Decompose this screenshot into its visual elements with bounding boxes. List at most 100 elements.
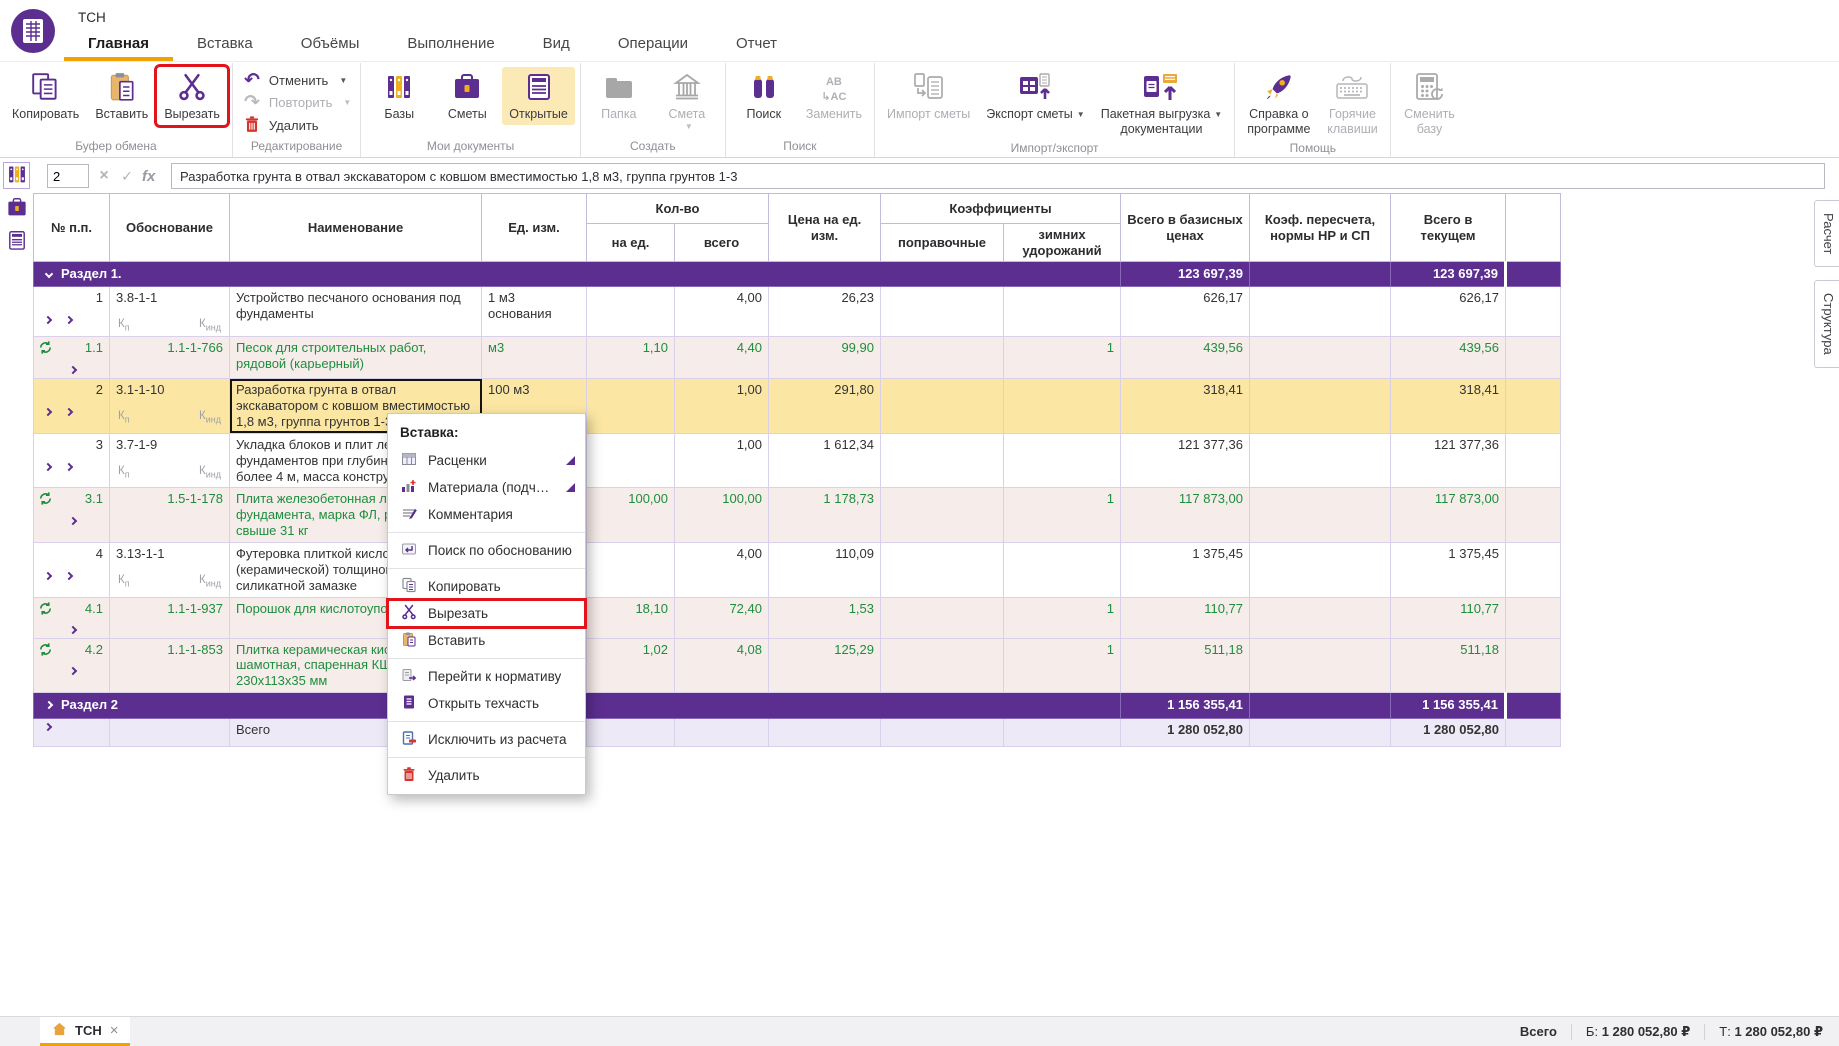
cell-qty-total[interactable]: 4,00	[675, 543, 769, 598]
cell-tail[interactable]	[1506, 543, 1561, 598]
cell-basis[interactable]: 123 697,39	[1121, 262, 1250, 287]
cell-current[interactable]: 511,18	[1391, 638, 1506, 693]
chevron-right-icon[interactable]	[44, 408, 52, 416]
cell-tail[interactable]	[1506, 638, 1561, 693]
cell-tail[interactable]	[1506, 287, 1561, 337]
cell-corr[interactable]	[881, 379, 1004, 434]
panel-estimates-button[interactable]	[3, 195, 30, 222]
dropdown-icon[interactable]: ▼	[1077, 110, 1085, 119]
bases-button[interactable]: Базы	[366, 67, 432, 125]
cell-basis[interactable]: 439,56	[1121, 337, 1250, 379]
cell-current[interactable]: 1 280 052,80	[1391, 719, 1506, 747]
chevron-right-icon[interactable]	[65, 316, 73, 324]
cell-current[interactable]: 117 873,00	[1391, 488, 1506, 543]
ribbon-tab-4[interactable]: Вид	[519, 28, 594, 61]
cell-code[interactable]: 3.8-1-1КпКинд	[110, 287, 230, 337]
cell-qty-total[interactable]	[675, 719, 769, 747]
menu-search-code[interactable]: Поиск по обоснованию	[388, 537, 585, 564]
batch-export-button[interactable]: Пакетная выгрузка▼документации	[1094, 67, 1230, 140]
cell-tail[interactable]	[1506, 597, 1561, 638]
cell-winter[interactable]	[1004, 433, 1121, 488]
cell-tail[interactable]	[1506, 379, 1561, 434]
cell-tail[interactable]	[1506, 262, 1561, 287]
cell-num[interactable]: 1	[34, 287, 110, 337]
cell-basis[interactable]: 1 280 052,80	[1121, 719, 1250, 747]
cell-num[interactable]: 4.1	[34, 597, 110, 638]
cell-unit[interactable]: 1 м3 основания	[482, 287, 587, 337]
cell-current[interactable]: 1 375,45	[1391, 543, 1506, 598]
ribbon-tab-2[interactable]: Объёмы	[277, 28, 384, 61]
cell-num[interactable]: 3.1	[34, 488, 110, 543]
cell-corr[interactable]	[881, 287, 1004, 337]
cell-tail[interactable]	[1506, 488, 1561, 543]
cell-name[interactable]: Устройство песчаного основания под фунда…	[230, 287, 482, 337]
chevron-right-icon[interactable]	[45, 701, 53, 709]
menu-open-techpart[interactable]: Открыть техчасть	[388, 690, 585, 717]
chevron-right-icon[interactable]	[65, 408, 73, 416]
cell-price[interactable]: 1 612,34	[769, 433, 881, 488]
menu-paste[interactable]: Вставить	[388, 627, 585, 654]
cell-qty-total[interactable]: 100,00	[675, 488, 769, 543]
cell-qty-total[interactable]: 1,00	[675, 433, 769, 488]
cell-basis[interactable]: 1 375,45	[1121, 543, 1250, 598]
table-row[interactable]: 4.21.1-1-853Плитка керамическая кислотоу…	[34, 638, 1561, 693]
cell-qty-total[interactable]: 1,00	[675, 379, 769, 434]
estimates-button[interactable]: Сметы	[434, 67, 500, 125]
fx-icon[interactable]: fx	[142, 168, 164, 185]
cell-winter[interactable]: 1	[1004, 337, 1121, 379]
cell-qty-total[interactable]: 4,40	[675, 337, 769, 379]
cell-corr[interactable]	[881, 638, 1004, 693]
cell-recalc[interactable]	[1250, 543, 1391, 598]
menu-comment[interactable]: Комментария	[388, 501, 585, 528]
cell-qty-unit[interactable]	[587, 379, 675, 434]
cell-winter[interactable]: 1	[1004, 488, 1121, 543]
cell-price[interactable]: 291,80	[769, 379, 881, 434]
cell-recalc[interactable]	[1250, 262, 1391, 287]
ribbon-tab-1[interactable]: Вставка	[173, 28, 277, 61]
panel-structure-button[interactable]	[3, 228, 30, 255]
cell-basis[interactable]: 318,41	[1121, 379, 1250, 434]
help-about-button[interactable]: Справка опрограмме	[1240, 67, 1317, 140]
dropdown-icon[interactable]: ▼	[339, 76, 347, 85]
cell-qty-total[interactable]: 4,08	[675, 638, 769, 693]
cell-num[interactable]: 3	[34, 433, 110, 488]
cell-current[interactable]: 318,41	[1391, 379, 1506, 434]
menu-delete[interactable]: Удалить	[388, 762, 585, 789]
panel-bases-button[interactable]	[3, 162, 30, 189]
chevron-right-icon[interactable]	[44, 572, 52, 580]
cell-code[interactable]: 1.1-1-853	[110, 638, 230, 693]
cell-code[interactable]: 3.13-1-1КпКинд	[110, 543, 230, 598]
cell-corr[interactable]	[881, 597, 1004, 638]
cell-num[interactable]: 1.1	[34, 337, 110, 379]
cell-price[interactable]: 1 178,73	[769, 488, 881, 543]
paste-button[interactable]: Вставить	[88, 67, 155, 125]
cell-price[interactable]: 110,09	[769, 543, 881, 598]
chevron-right-icon[interactable]	[44, 723, 52, 731]
cell-code[interactable]: 1.1-1-937	[110, 597, 230, 638]
undo-button[interactable]: ↶Отменить▼	[242, 71, 347, 90]
ribbon-tab-0[interactable]: Главная	[64, 28, 173, 61]
table-row[interactable]: 13.8-1-1КпКиндУстройство песчаного основ…	[34, 287, 1561, 337]
table-row[interactable]: 33.7-1-9КпКиндУкладка блоков и плит лент…	[34, 433, 1561, 488]
cell-winter[interactable]	[1004, 543, 1121, 598]
cell-basis[interactable]: 121 377,36	[1121, 433, 1250, 488]
cell-tail[interactable]	[1506, 693, 1561, 719]
cell-recalc[interactable]	[1250, 693, 1391, 719]
cell-num[interactable]	[34, 719, 110, 747]
side-tab-1[interactable]: Структура	[1814, 280, 1839, 368]
table-row[interactable]: Всего1 280 052,801 280 052,80	[34, 719, 1561, 747]
cell-tail[interactable]	[1506, 337, 1561, 379]
cell-basis[interactable]: 511,18	[1121, 638, 1250, 693]
cell-price[interactable]: 99,90	[769, 337, 881, 379]
chevron-right-icon[interactable]	[44, 463, 52, 471]
ribbon-tab-5[interactable]: Операции	[594, 28, 712, 61]
cell-code[interactable]	[110, 719, 230, 747]
cell-num[interactable]: 4	[34, 543, 110, 598]
cell-tail[interactable]	[1506, 719, 1561, 747]
chevron-right-icon[interactable]	[65, 463, 73, 471]
cell-price[interactable]: 26,23	[769, 287, 881, 337]
cell-current[interactable]: 123 697,39	[1391, 262, 1506, 287]
cell-recalc[interactable]	[1250, 379, 1391, 434]
cell-corr[interactable]	[881, 719, 1004, 747]
cell-price[interactable]	[769, 719, 881, 747]
